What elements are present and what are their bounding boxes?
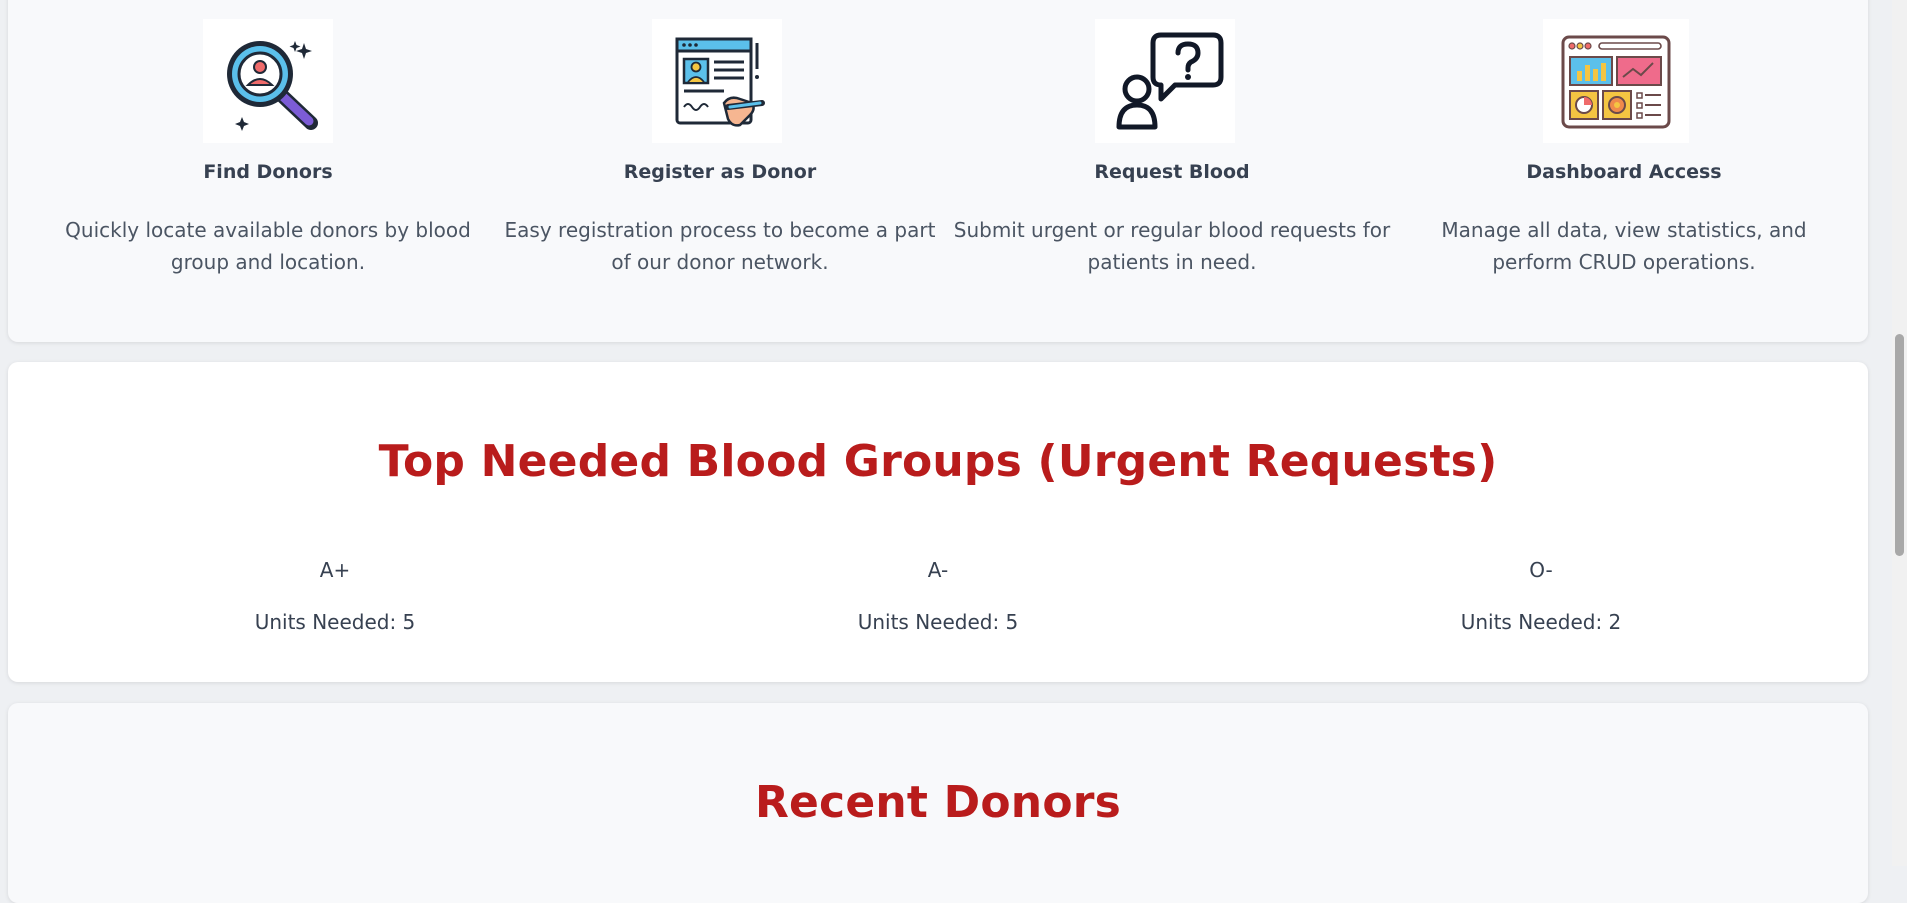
features-section: Find Donors Quickly locate available don… (8, 0, 1868, 342)
blood-group-label: O- (1529, 558, 1553, 582)
feature-title: Request Blood (1094, 161, 1250, 183)
recent-donors-section: Recent Donors (8, 703, 1868, 903)
feature-title: Find Donors (203, 161, 333, 183)
feature-description: Easy registration process to become a pa… (504, 218, 936, 274)
person-question-icon (1095, 19, 1235, 143)
units-needed: Units Needed: 5 (857, 610, 1019, 634)
scrollbar-thumb[interactable] (1895, 334, 1904, 556)
registration-form-icon (652, 19, 782, 143)
units-needed: Units Needed: 5 (254, 610, 416, 634)
magnifier-user-icon (203, 19, 333, 143)
blood-group-label: A+ (319, 558, 351, 582)
feature-title: Register as Donor (623, 161, 817, 183)
feature-description: Manage all data, view statistics, and pe… (1441, 218, 1807, 274)
blood-group-label: A- (927, 558, 949, 582)
feature-description: Submit urgent or regular blood requests … (953, 218, 1391, 274)
feature-description: Quickly locate available donors by blood… (65, 218, 471, 274)
urgent-requests-section: Top Needed Blood Groups (Urgent Requests… (8, 362, 1868, 682)
feature-title: Dashboard Access (1526, 161, 1722, 183)
dashboard-icon (1543, 19, 1689, 143)
section-title: Top Needed Blood Groups (Urgent Requests… (378, 436, 1498, 487)
page-scrollbar[interactable] (1892, 0, 1907, 866)
units-needed: Units Needed: 2 (1460, 610, 1622, 634)
section-title: Recent Donors (754, 777, 1122, 828)
